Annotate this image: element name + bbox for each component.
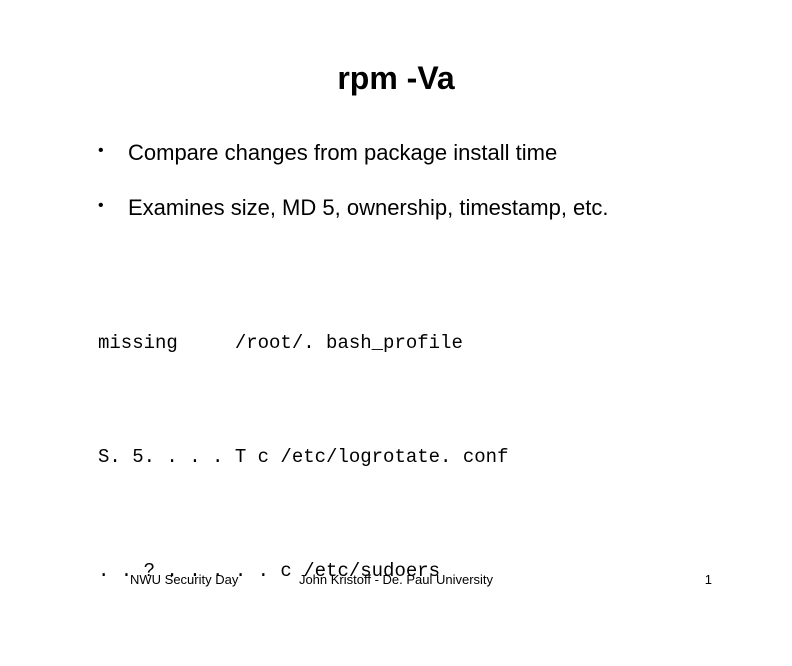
- bullet-item: Examines size, MD 5, ownership, timestam…: [98, 194, 712, 223]
- slide-number: 1: [705, 572, 712, 587]
- bullet-list: Compare changes from package install tim…: [98, 139, 712, 222]
- code-line: S. 5. . . . T c /etc/logrotate. conf: [98, 438, 712, 476]
- slide: rpm -Va Compare changes from package ins…: [0, 0, 792, 612]
- code-block: missing /root/. bash_profile S. 5. . . .…: [98, 248, 712, 666]
- footer-center: John Kristoff - De. Paul University: [0, 572, 792, 587]
- bullet-item: Compare changes from package install tim…: [98, 139, 712, 168]
- code-line: missing /root/. bash_profile: [98, 324, 712, 362]
- slide-title: rpm -Va: [80, 60, 712, 97]
